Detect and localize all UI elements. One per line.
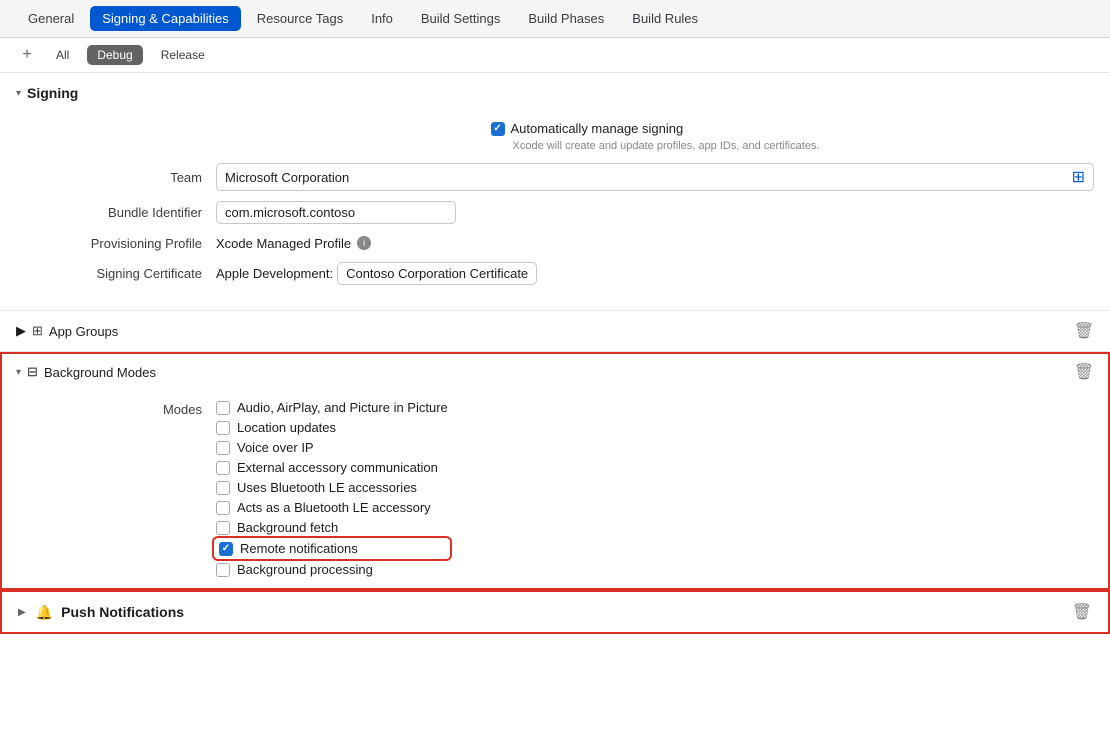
signing-certificate-value: Apple Development: Contoso Corporation C… [216, 262, 1094, 285]
mode-voip-label: Voice over IP [237, 440, 314, 455]
mode-external-accessory-label: External accessory communication [237, 460, 438, 475]
bundle-identifier-input[interactable] [216, 201, 456, 224]
mode-background-processing: Background processing [216, 562, 448, 577]
app-groups-section[interactable]: ▶ ⊞ App Groups 🗑 [0, 311, 1110, 352]
mode-bluetooth-accessory: Acts as a Bluetooth LE accessory [216, 500, 448, 515]
filter-bar: + All Debug Release [0, 38, 1110, 73]
team-row: Team Microsoft Corporation ⊞ [0, 158, 1110, 196]
mode-bluetooth-le: Uses Bluetooth LE accessories [216, 480, 448, 495]
modes-list: Audio, AirPlay, and Picture in Picture L… [216, 400, 448, 577]
signing-certificate-label: Signing Certificate [16, 266, 216, 281]
tab-build-phases[interactable]: Build Phases [516, 6, 616, 31]
mode-background-processing-checkbox[interactable] [216, 563, 230, 577]
push-notifications-delete-button[interactable]: 🗑 [1072, 602, 1092, 622]
app-groups-icon: ⊞ [32, 323, 43, 339]
mode-bluetooth-le-label: Uses Bluetooth LE accessories [237, 480, 417, 495]
background-modes-header[interactable]: ▾ ⊟ Background Modes 🗑 [0, 352, 1110, 392]
mode-background-processing-label: Background processing [237, 562, 373, 577]
background-modes-delete-button[interactable]: 🗑 [1074, 362, 1094, 382]
mode-background-fetch: Background fetch [216, 520, 448, 535]
background-modes-content: Modes Audio, AirPlay, and Picture in Pic… [0, 392, 1110, 589]
push-notifications-title: Push Notifications [61, 604, 184, 620]
tab-resource-tags[interactable]: Resource Tags [245, 6, 355, 31]
bundle-identifier-row: Bundle Identifier [0, 196, 1110, 229]
auto-manage-inner: Automatically manage signing Xcode will … [491, 121, 820, 154]
mode-remote-notifications-checkbox[interactable] [219, 542, 233, 556]
auto-manage-description: Xcode will create and update profiles, a… [513, 139, 820, 154]
cert-box[interactable]: Contoso Corporation Certificate [337, 262, 537, 285]
provisioning-profile-value: Xcode Managed Profile i [216, 236, 1094, 251]
background-modes-section: ▾ ⊟ Background Modes 🗑 Modes Audio, AirP… [0, 352, 1110, 590]
mode-remote-notifications: Remote notifications [216, 540, 448, 557]
mode-bluetooth-accessory-checkbox[interactable] [216, 501, 230, 515]
background-modes-icon: ⊟ [27, 364, 38, 380]
mode-audio: Audio, AirPlay, and Picture in Picture [216, 400, 448, 415]
tab-general[interactable]: General [16, 6, 86, 31]
signing-form: Automatically manage signing Xcode will … [0, 113, 1110, 290]
filter-all-button[interactable]: All [46, 45, 79, 65]
signing-section-title: Signing [27, 85, 78, 101]
mode-external-accessory: External accessory communication [216, 460, 448, 475]
provisioning-profile-row: Provisioning Profile Xcode Managed Profi… [0, 229, 1110, 257]
push-notifications-icon: 🔔 [36, 604, 53, 621]
filter-release-button[interactable]: Release [151, 45, 215, 65]
mode-bluetooth-accessory-label: Acts as a Bluetooth LE accessory [237, 500, 431, 515]
signing-chevron-icon: ▾ [16, 88, 21, 99]
app-groups-delete-button[interactable]: 🗑 [1074, 321, 1094, 341]
prov-profile-text: Xcode Managed Profile [216, 236, 351, 251]
mode-bluetooth-le-checkbox[interactable] [216, 481, 230, 495]
modes-row: Modes Audio, AirPlay, and Picture in Pic… [0, 400, 1110, 577]
mode-external-accessory-checkbox[interactable] [216, 461, 230, 475]
push-notifications-left: ▶ 🔔 Push Notifications [18, 604, 1072, 621]
auto-manage-label: Automatically manage signing [511, 121, 684, 136]
modes-label: Modes [16, 400, 216, 417]
mode-location: Location updates [216, 420, 448, 435]
mode-background-fetch-label: Background fetch [237, 520, 338, 535]
info-icon[interactable]: i [357, 236, 371, 250]
main-content: ▾ Signing Automatically manage signing X… [0, 73, 1110, 634]
mode-voip: Voice over IP [216, 440, 448, 455]
tab-bar: General Signing & Capabilities Resource … [0, 0, 1110, 38]
cert-prefix-text: Apple Development: [216, 266, 333, 281]
background-modes-chevron-icon: ▾ [16, 367, 21, 378]
mode-background-fetch-checkbox[interactable] [216, 521, 230, 535]
team-label: Team [16, 170, 216, 185]
app-groups-chevron-icon: ▶ [16, 323, 26, 339]
tab-info[interactable]: Info [359, 6, 405, 31]
bundle-identifier-value [216, 201, 1094, 224]
tab-build-settings[interactable]: Build Settings [409, 6, 513, 31]
tab-signing-capabilities[interactable]: Signing & Capabilities [90, 6, 240, 31]
signing-section-header[interactable]: ▾ Signing [0, 85, 1110, 113]
auto-manage-checkbox[interactable] [491, 122, 505, 136]
signing-certificate-row: Signing Certificate Apple Development: C… [0, 257, 1110, 290]
provisioning-profile-label: Provisioning Profile [16, 236, 216, 251]
prov-value-container: Xcode Managed Profile i [216, 236, 1094, 251]
app-groups-left: ▶ ⊞ App Groups [16, 323, 1074, 339]
filter-debug-button[interactable]: Debug [87, 45, 142, 65]
push-notifications-section: ▶ 🔔 Push Notifications 🗑 [0, 590, 1110, 634]
mode-voip-checkbox[interactable] [216, 441, 230, 455]
mode-remote-notifications-label: Remote notifications [240, 541, 358, 556]
signing-section: ▾ Signing Automatically manage signing X… [0, 73, 1110, 311]
mode-audio-checkbox[interactable] [216, 401, 230, 415]
auto-manage-row: Automatically manage signing Xcode will … [0, 113, 1110, 158]
auto-manage-check-row: Automatically manage signing [491, 121, 684, 136]
mode-audio-label: Audio, AirPlay, and Picture in Picture [237, 400, 448, 415]
push-notifications-chevron-icon: ▶ [18, 607, 26, 618]
team-select-value: Microsoft Corporation [225, 170, 349, 185]
cert-value-container: Apple Development: Contoso Corporation C… [216, 262, 1094, 285]
background-modes-title: Background Modes [44, 365, 156, 380]
team-select[interactable]: Microsoft Corporation ⊞ [216, 163, 1094, 191]
bundle-identifier-label: Bundle Identifier [16, 205, 216, 220]
mode-location-label: Location updates [237, 420, 336, 435]
team-select-arrow-icon: ⊞ [1072, 167, 1085, 187]
team-value: Microsoft Corporation ⊞ [216, 163, 1094, 191]
tab-build-rules[interactable]: Build Rules [620, 6, 710, 31]
mode-location-checkbox[interactable] [216, 421, 230, 435]
add-capability-button[interactable]: + [16, 44, 38, 66]
app-groups-title: App Groups [49, 324, 118, 339]
